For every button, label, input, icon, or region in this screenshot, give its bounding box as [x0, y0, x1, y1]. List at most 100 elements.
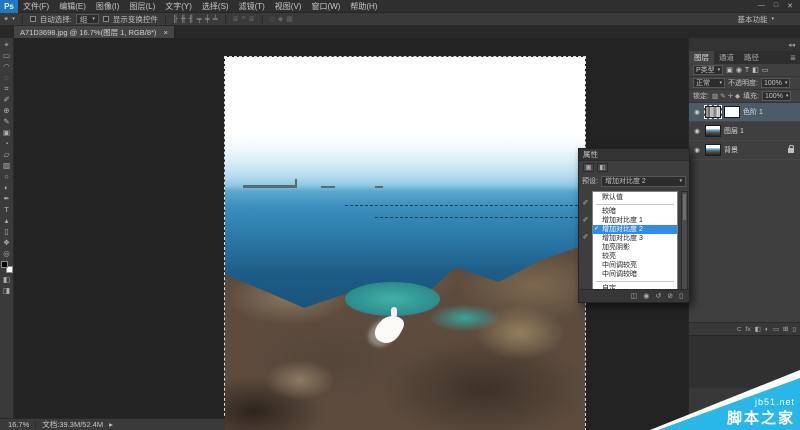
menu-image[interactable]: 图像(I) — [91, 1, 125, 12]
gradient-tool[interactable]: ▨ — [0, 160, 13, 171]
black-point-eyedropper-icon[interactable]: ✐ — [583, 199, 589, 207]
align-right-icon[interactable]: ╢ — [189, 16, 194, 23]
workspace-switcher[interactable]: 基本功能 ▾ — [737, 14, 774, 25]
quick-mask-button[interactable]: ◧ — [0, 274, 13, 285]
layer-name[interactable]: 图层 1 — [724, 126, 744, 136]
delete-layer-icon[interactable]: ▯ — [792, 325, 796, 333]
tool-preset-caret-icon[interactable]: ▾ — [12, 16, 15, 22]
opacity-field[interactable]: 100% ▾ — [761, 78, 790, 88]
status-arrow-icon[interactable]: ▸ — [109, 420, 113, 429]
clone-stamp-tool[interactable]: ▣ — [0, 127, 13, 138]
menu-filter[interactable]: 滤镜(T) — [234, 1, 270, 12]
tab-paths[interactable]: 路径 — [739, 51, 764, 64]
auto-select-dropdown[interactable]: 组 ▾ — [76, 14, 99, 24]
tab-layers[interactable]: 图层 — [689, 51, 714, 64]
foreground-color-swatch[interactable] — [1, 261, 8, 268]
menu-window[interactable]: 窗口(W) — [306, 1, 345, 12]
zoom-tool[interactable]: ◎ — [0, 248, 13, 259]
restore-button[interactable]: □ — [774, 2, 778, 10]
photoshop-logo[interactable]: Ps — [0, 0, 18, 13]
properties-tab[interactable]: 属性 — [579, 149, 689, 161]
layer-row-layer-1[interactable]: ◉ 图层 1 — [689, 122, 800, 141]
preset-dropdown[interactable]: 增加对比度 2 ▾ — [601, 176, 686, 187]
previous-state-icon[interactable]: ⊘ — [667, 292, 673, 300]
healing-brush-tool[interactable]: ⊕ — [0, 105, 13, 116]
active-tool-icon[interactable]: ⌖ — [4, 14, 8, 24]
crop-tool[interactable]: ⌗ — [0, 83, 13, 94]
document-canvas[interactable] — [225, 57, 585, 430]
layer-style-icon[interactable]: fx — [746, 326, 751, 333]
preset-option[interactable]: 加亮阴影 — [593, 243, 677, 252]
menu-select[interactable]: 选择(S) — [197, 1, 234, 12]
menu-type[interactable]: 文字(Y) — [160, 1, 197, 12]
preset-option[interactable]: 较暗 — [593, 207, 677, 216]
lock-transparent-icon[interactable]: ▨ — [712, 92, 718, 100]
document-tab[interactable]: A71D3698.jpg @ 16.7%(图层 1, RGB/8*) × — [14, 26, 175, 38]
brush-tool[interactable]: ✎ — [0, 116, 13, 127]
pen-tool[interactable]: ✒ — [0, 193, 13, 204]
type-tool[interactable]: T — [0, 204, 13, 215]
tab-channels[interactable]: 通道 — [714, 51, 739, 64]
preset-option[interactable]: 增加对比度 3 — [593, 234, 677, 243]
gray-point-eyedropper-icon[interactable]: ✐ — [583, 216, 589, 224]
shape-tool[interactable]: ▯ — [0, 226, 13, 237]
scrollbar-thumb[interactable] — [683, 194, 686, 220]
zoom-level-field[interactable]: 16.7% — [8, 420, 29, 429]
preset-option[interactable]: 中间调较亮 — [593, 261, 677, 270]
new-adjustment-icon[interactable]: ◐ — [765, 326, 769, 333]
scrollbar[interactable] — [681, 191, 688, 290]
lock-all-icon[interactable]: ◆ — [735, 92, 740, 100]
visibility-eye-icon[interactable]: ◉ — [692, 108, 702, 116]
color-swatches[interactable] — [1, 261, 13, 273]
align-center-h-icon[interactable]: ╫ — [181, 16, 186, 23]
marquee-tool[interactable]: ▭ — [0, 50, 13, 61]
layer-thumbnail[interactable] — [705, 125, 721, 137]
menu-file[interactable]: 文件(F) — [18, 1, 54, 12]
preset-option-selected[interactable]: ✓ 增加对比度 2 — [593, 225, 677, 234]
menu-edit[interactable]: 编辑(E) — [54, 1, 91, 12]
layer-row-levels-1[interactable]: ◉ 色阶 1 — [689, 103, 800, 122]
lock-position-icon[interactable]: ✛ — [728, 92, 733, 100]
delete-adjustment-icon[interactable]: ▯ — [679, 292, 683, 300]
clip-mask-icon[interactable]: ◧ — [597, 163, 608, 172]
align-top-icon[interactable]: ╤ — [197, 16, 202, 23]
panel-menu-icon[interactable]: ≣ — [790, 51, 800, 64]
kind-filter-dropdown[interactable]: P类型 ▾ — [693, 65, 723, 75]
white-point-eyedropper-icon[interactable]: ✐ — [583, 233, 589, 241]
align-center-v-icon[interactable]: ╪ — [205, 16, 210, 23]
new-layer-icon[interactable]: ⊞ — [783, 325, 788, 333]
dodge-tool[interactable]: ◐ — [0, 182, 13, 193]
visibility-icon[interactable]: ◉ — [643, 292, 649, 300]
align-bottom-icon[interactable]: ╧ — [213, 16, 218, 23]
visibility-eye-icon[interactable]: ◉ — [692, 127, 702, 135]
preset-option[interactable]: 中间调较暗 — [593, 270, 677, 279]
show-transform-checkbox[interactable] — [103, 16, 109, 22]
path-selection-tool[interactable]: ▴ — [0, 215, 13, 226]
blend-mode-dropdown[interactable]: 正常 ▾ — [693, 78, 725, 88]
adjustment-thumbnail[interactable] — [705, 106, 721, 118]
add-mask-icon[interactable]: ◧ — [755, 325, 761, 333]
auto-select-checkbox[interactable] — [30, 16, 36, 22]
close-button[interactable]: ✕ — [787, 2, 793, 10]
clip-to-layer-icon[interactable]: ◫ — [631, 292, 638, 300]
screen-mode-button[interactable]: ◨ — [0, 285, 13, 296]
move-tool[interactable]: ⌖ — [0, 39, 13, 50]
blur-tool[interactable]: ○ — [0, 171, 13, 182]
layer-row-background[interactable]: ◉ 背景 — [689, 141, 800, 160]
layer-name[interactable]: 色阶 1 — [743, 107, 763, 117]
minimize-button[interactable]: — — [758, 2, 765, 10]
layer-mask-thumbnail[interactable] — [724, 106, 740, 118]
link-layers-icon[interactable]: ⊂ — [736, 325, 741, 333]
eraser-tool[interactable]: ▱ — [0, 149, 13, 160]
new-group-icon[interactable]: ▭ — [773, 325, 779, 333]
preset-option[interactable]: 增加对比度 1 — [593, 216, 677, 225]
eyedropper-tool[interactable]: ✐ — [0, 94, 13, 105]
lasso-tool[interactable]: ◠ — [0, 61, 13, 72]
history-brush-tool[interactable]: ◔ — [0, 138, 13, 149]
menu-view[interactable]: 视图(V) — [270, 1, 307, 12]
align-left-icon[interactable]: ╟ — [173, 16, 178, 23]
hand-tool[interactable]: ❖ — [0, 237, 13, 248]
layer-name[interactable]: 背景 — [724, 145, 738, 155]
filter-shape-icon[interactable]: ◧ — [752, 66, 759, 74]
reset-icon[interactable]: ↺ — [655, 292, 661, 300]
